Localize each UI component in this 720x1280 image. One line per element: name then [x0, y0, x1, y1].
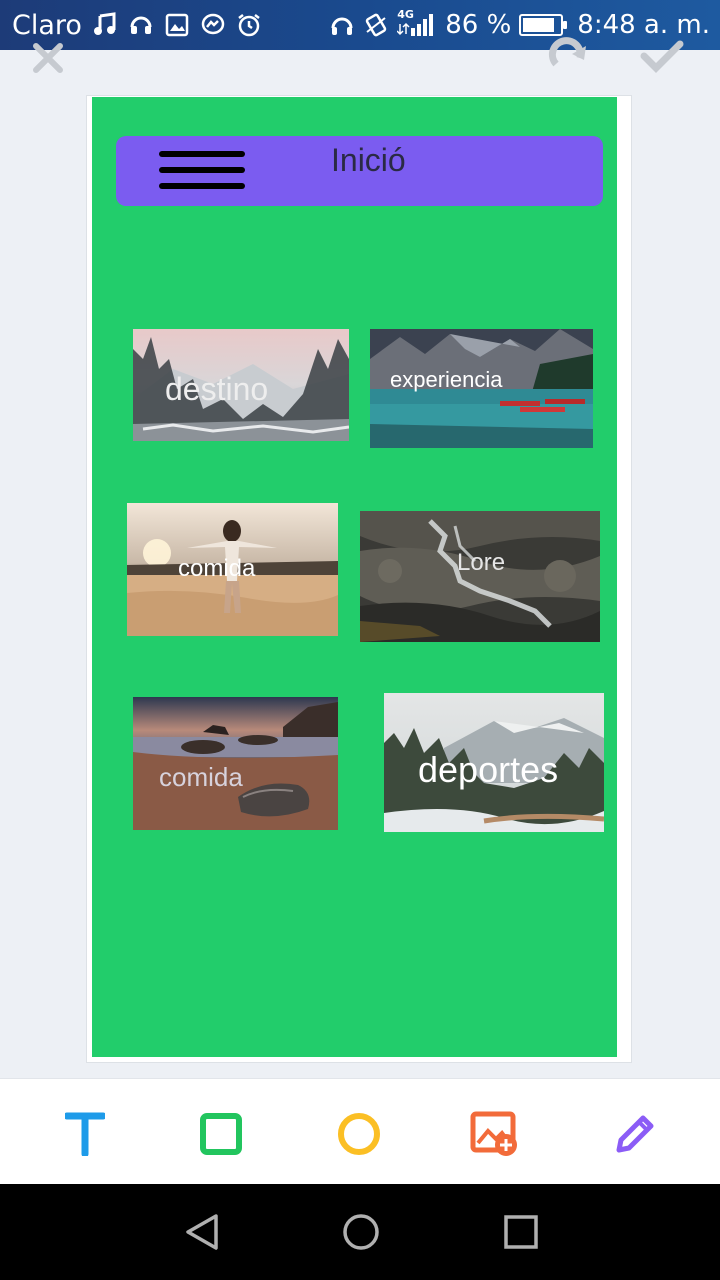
status-bar: Claro 4G 86 % 8:48 a. m.	[0, 0, 720, 50]
alarm-icon	[236, 12, 262, 38]
messenger-icon	[200, 12, 226, 38]
image-icon	[164, 12, 190, 38]
redo-icon[interactable]	[548, 36, 592, 82]
headphones-icon	[329, 12, 355, 38]
editor-toolbar	[0, 1078, 720, 1184]
home-icon[interactable]	[341, 1212, 381, 1252]
tile-label: destino	[165, 371, 269, 407]
music-note-icon	[92, 12, 118, 38]
close-icon[interactable]	[30, 40, 66, 82]
battery-percent: 86 %	[445, 10, 512, 40]
add-image-tool-icon[interactable]	[470, 1109, 520, 1159]
headset-icon	[128, 12, 154, 38]
text-tool-icon[interactable]	[60, 1109, 110, 1159]
tile-label: comida	[178, 555, 256, 582]
tile-comida[interactable]: comida	[127, 503, 338, 636]
tile-comida-2[interactable]: comida	[133, 697, 338, 830]
hamburger-menu-icon[interactable]	[159, 151, 245, 191]
rectangle-tool-icon[interactable]	[196, 1109, 246, 1159]
tile-label: comida	[159, 762, 243, 792]
tile-experiencia[interactable]: experiencia	[370, 329, 593, 448]
vibrate-icon	[363, 12, 389, 38]
network-type: 4G	[397, 8, 414, 21]
tile-label: Lore	[457, 549, 506, 576]
carrier-name: Claro	[12, 9, 82, 41]
tile-lore[interactable]: Lore	[360, 511, 600, 642]
recents-icon[interactable]	[501, 1212, 541, 1252]
system-nav-bar	[0, 1184, 720, 1280]
signal-4g-icon: 4G	[397, 8, 437, 38]
tile-label: deportes	[418, 749, 559, 790]
battery-icon	[519, 14, 568, 36]
tile-destino[interactable]: destino	[133, 329, 349, 441]
back-icon[interactable]	[182, 1212, 222, 1252]
clock: 8:48 a. m.	[577, 10, 710, 40]
header-title: Inició	[331, 142, 406, 178]
circle-tool-icon[interactable]	[334, 1109, 384, 1159]
mockup-header[interactable]: Inició	[116, 136, 603, 206]
pen-tool-icon[interactable]	[610, 1109, 660, 1159]
tile-label: experiencia	[390, 367, 503, 392]
tile-deportes[interactable]: deportes	[384, 693, 604, 832]
check-icon[interactable]	[640, 40, 684, 82]
